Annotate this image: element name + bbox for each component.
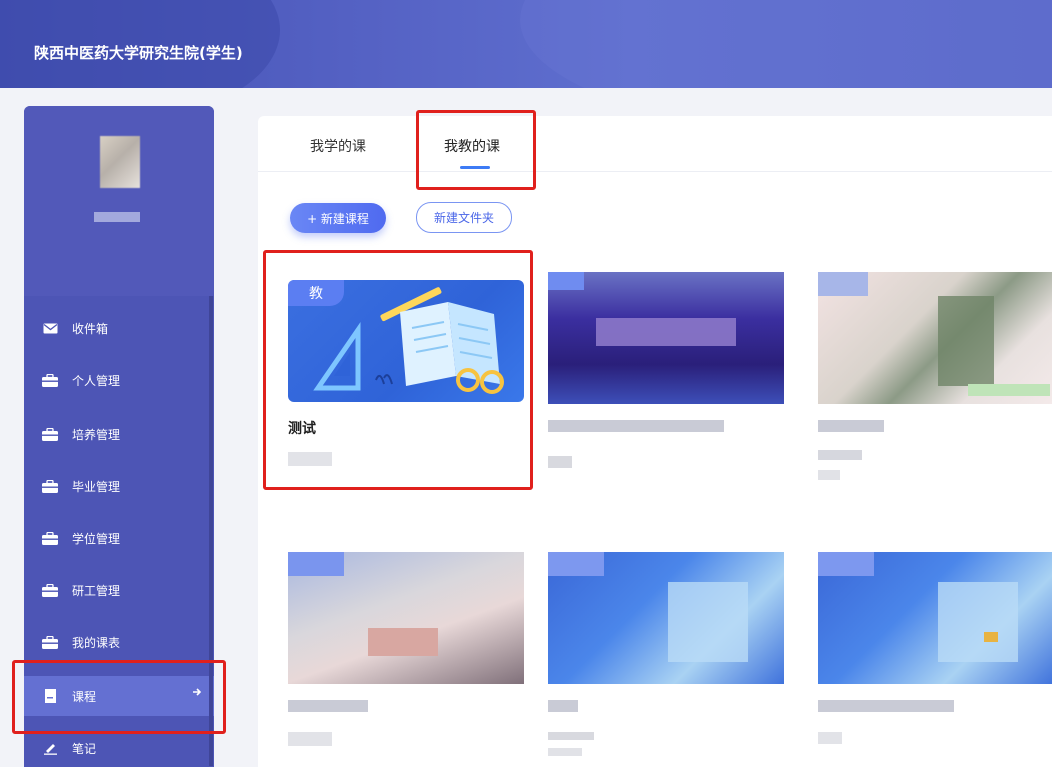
blurred-text bbox=[818, 420, 884, 432]
blurred-block bbox=[668, 582, 748, 662]
sidebar-scrollbar[interactable] bbox=[209, 296, 213, 766]
blurred-block bbox=[596, 318, 736, 346]
main-panel: 我学的课 我教的课 + 新建课程 新建文件夹 教 测试 bbox=[258, 116, 1052, 767]
course-thumbnail-blurred bbox=[818, 272, 1052, 404]
sidebar-item-label: 学位管理 bbox=[72, 531, 121, 546]
blurred-block bbox=[288, 552, 344, 576]
blurred-block bbox=[984, 632, 998, 642]
blurred-block bbox=[818, 272, 868, 296]
course-card[interactable] bbox=[818, 552, 1052, 744]
blurred-text bbox=[818, 700, 954, 712]
sidebar-item-label: 培养管理 bbox=[72, 427, 121, 442]
course-title: 测试 bbox=[288, 421, 316, 437]
blurred-text bbox=[288, 732, 332, 746]
briefcase-icon bbox=[42, 373, 58, 387]
blurred-text bbox=[548, 700, 578, 712]
new-course-button[interactable]: + 新建课程 bbox=[290, 203, 386, 233]
blurred-block bbox=[938, 582, 1018, 662]
briefcase-icon bbox=[42, 583, 58, 597]
app-title: 陕西中医药大学研究生院(学生) bbox=[34, 44, 243, 62]
sidebar-item-inbox[interactable]: 收件箱 bbox=[24, 310, 214, 346]
blurred-text bbox=[548, 456, 572, 468]
course-card[interactable]: 教 测试 bbox=[288, 280, 524, 466]
blurred-text bbox=[548, 732, 594, 740]
header-decoration bbox=[520, 0, 1052, 88]
blurred-text bbox=[818, 732, 842, 744]
arrow-right-icon bbox=[192, 685, 202, 701]
blurred-text bbox=[818, 470, 840, 480]
blurred-block bbox=[938, 296, 994, 386]
sidebar-item-schedule[interactable]: 我的课表 bbox=[24, 624, 214, 660]
sidebar-item-personal[interactable]: 个人管理 bbox=[24, 362, 214, 398]
course-thumbnail: 教 bbox=[288, 280, 524, 402]
book-illustration bbox=[313, 287, 504, 394]
sidebar-item-label: 收件箱 bbox=[72, 321, 109, 336]
sidebar-item-label: 研工管理 bbox=[72, 583, 121, 598]
briefcase-icon bbox=[42, 531, 58, 545]
blurred-text bbox=[818, 450, 862, 460]
new-folder-button[interactable]: 新建文件夹 bbox=[416, 202, 512, 233]
blurred-text bbox=[548, 420, 724, 432]
username-blurred bbox=[94, 212, 140, 222]
course-card[interactable] bbox=[818, 272, 1052, 480]
course-thumbnail-blurred bbox=[548, 552, 784, 684]
sidebar-item-notes[interactable]: 笔记 bbox=[24, 730, 214, 766]
briefcase-icon bbox=[42, 479, 58, 493]
blurred-text bbox=[288, 452, 332, 466]
tab-my-teaching[interactable]: 我教的课 bbox=[444, 136, 500, 156]
course-card[interactable] bbox=[548, 552, 784, 756]
mail-icon bbox=[42, 321, 58, 335]
course-meta-blurred bbox=[288, 452, 524, 466]
course-card[interactable] bbox=[548, 272, 784, 468]
sidebar-item-label: 课程 bbox=[72, 689, 97, 704]
briefcase-icon bbox=[42, 635, 58, 649]
blurred-text bbox=[548, 748, 582, 756]
pen-icon bbox=[42, 741, 58, 755]
course-card[interactable] bbox=[288, 552, 524, 746]
blurred-block bbox=[368, 628, 438, 656]
sidebar-item-training[interactable]: 培养管理 bbox=[24, 416, 214, 452]
blurred-block bbox=[548, 272, 584, 290]
tab-active-indicator bbox=[460, 166, 490, 169]
sidebar-item-label: 我的课表 bbox=[72, 635, 121, 650]
sidebar-item-label: 毕业管理 bbox=[72, 479, 121, 494]
course-thumbnail-blurred bbox=[818, 552, 1052, 684]
sidebar-item-graduation[interactable]: 毕业管理 bbox=[24, 468, 214, 504]
blurred-text bbox=[288, 700, 368, 712]
sidebar-item-label: 笔记 bbox=[72, 741, 97, 756]
blurred-block bbox=[548, 552, 604, 576]
book-icon bbox=[42, 689, 58, 703]
sidebar-item-courses[interactable]: 课程 bbox=[24, 676, 214, 716]
app-header: 陕西中医药大学研究生院(学生) bbox=[0, 0, 1052, 88]
blurred-block bbox=[968, 384, 1050, 396]
course-thumbnail-blurred bbox=[548, 272, 784, 404]
tab-bar: 我学的课 我教的课 bbox=[258, 116, 1052, 172]
sidebar-item-degree[interactable]: 学位管理 bbox=[24, 520, 214, 556]
profile-panel bbox=[24, 106, 214, 296]
avatar[interactable] bbox=[100, 136, 140, 188]
briefcase-icon bbox=[42, 427, 58, 441]
sidebar-item-label: 个人管理 bbox=[72, 373, 121, 388]
course-thumbnail-blurred bbox=[288, 552, 524, 684]
tab-my-learning[interactable]: 我学的课 bbox=[310, 136, 366, 156]
blurred-block bbox=[818, 552, 874, 576]
sidebar-item-research-work[interactable]: 研工管理 bbox=[24, 572, 214, 608]
sidebar: 收件箱 个人管理 培养管理 毕业管理 学位管理 研工管理 我的课表 课程 笔记 bbox=[24, 106, 214, 767]
